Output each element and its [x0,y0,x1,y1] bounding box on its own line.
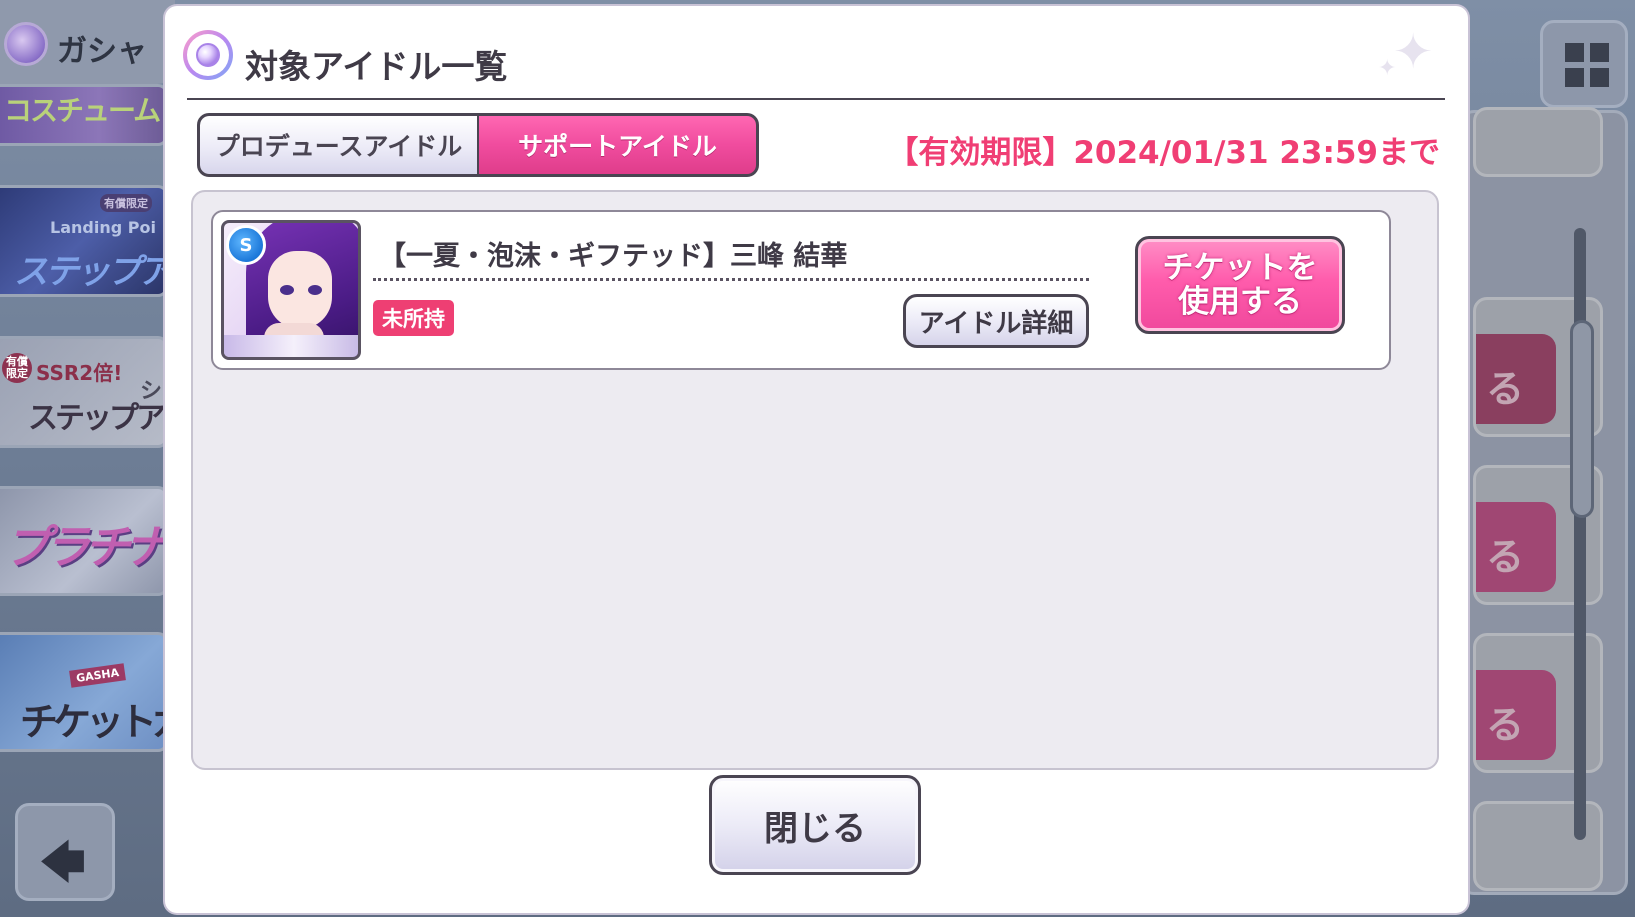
target-idol-list-dialog: 対象アイドル一覧 ✦ ✦ プロデュースアイドル サポートアイドル 【有効期限】2… [165,6,1468,913]
dotted-divider [373,278,1089,281]
idol-detail-button[interactable]: アイドル詳細 [903,294,1089,348]
gacha-header: ガシャ [0,0,175,84]
header-divider [187,98,1445,100]
use-ticket-button[interactable]: チケットを 使用する [1135,236,1345,334]
gacha-card [1473,107,1603,177]
idol-emblem-icon [183,30,233,80]
close-button[interactable]: 閉じる [709,775,921,875]
tab-produce-idol[interactable]: プロデュースアイドル [200,116,477,174]
banner-badge: 有償限定 [100,194,152,212]
expiry-date: 【有効期限】2024/01/31 23:59まで [887,135,1440,171]
use-ticket-label-line1: チケットを [1162,250,1318,286]
tab-support-idol[interactable]: サポートアイドル [479,116,756,174]
idol-name: 【一夏・泡沫・ギフテッド】三峰 結華 [379,241,848,272]
sparkle-small-icon: ✦ [1378,56,1397,81]
back-button: 🡄 [15,803,115,901]
grid-menu-icon [1565,43,1609,87]
scrollbar-thumb [1570,320,1594,518]
banner-costume-text: コスチューム [4,94,161,127]
gacha-header-label: ガシャ [57,34,147,69]
banner-title: ステップアップ [28,401,165,436]
gacha-card-label: る [1486,535,1525,579]
banner-title: ステップアップ [14,252,168,292]
status-badge: 未所持 [373,300,454,336]
list-item: S 【一夏・泡沫・ギフテッド】三峰 結華 未所持 アイドル詳細 チケットを 使用… [211,210,1391,370]
banner-title: プラチナガ [4,520,165,574]
banner-subtitle: Landing Poi [50,218,156,237]
sparkle-icon: ✦ [1393,24,1434,80]
rarity-badge: S [226,225,266,265]
banner-ssr-step-up: 有償限定 SSR2倍! シャ PRオ ステップアップ [0,336,168,448]
left-arrow-icon: 🡄 [40,837,86,888]
banner-title: チケットガ [20,700,165,744]
gacha-card-label: る [1486,367,1525,411]
gacha-icon [4,22,48,66]
gacha-list-panel: る る る [1460,107,1628,895]
banner-ticket: GASHA チケットガ [0,632,168,752]
use-ticket-label-line2: 使用する [1178,284,1302,320]
banner-subtitle: SSR2倍! [36,361,123,385]
banner-platinum: プラチナガ [0,486,168,596]
menu-button [1540,20,1628,108]
banner-costume: コスチューム [0,84,168,146]
idol-list[interactable]: S 【一夏・泡沫・ギフテッド】三峰 結華 未所持 アイドル詳細 チケットを 使用… [191,190,1439,770]
banner-landing-point: 有償限定 Landing Poi ステップアップ [0,185,168,297]
banner-badge: 有償限定 [2,353,32,383]
dialog-title: 対象アイドル一覧 [245,47,508,86]
gacha-card-label: る [1486,703,1525,747]
idol-thumbnail[interactable]: S [221,220,361,360]
banner-badge: GASHA [69,663,127,688]
idol-type-tabs: プロデュースアイドル サポートアイドル [197,113,759,177]
